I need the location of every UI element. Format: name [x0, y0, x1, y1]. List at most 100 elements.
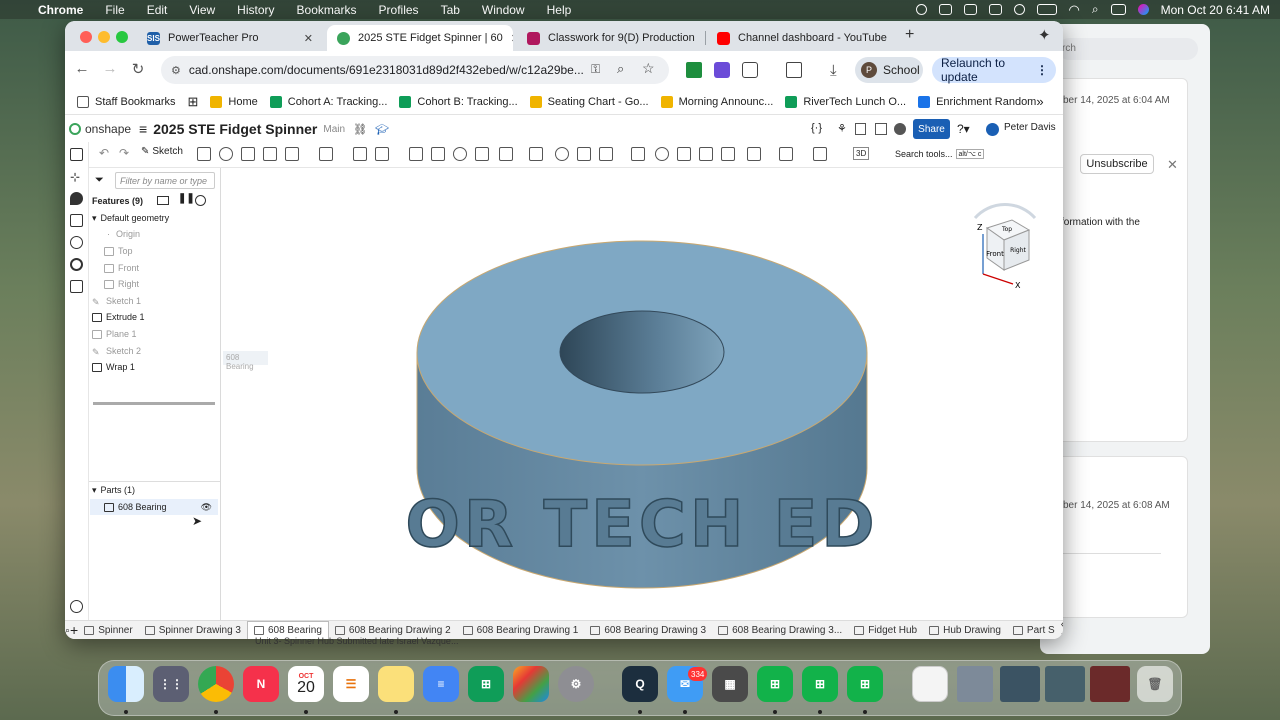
chrome-icon[interactable] — [198, 666, 234, 702]
insert-element-icon[interactable]: + — [70, 622, 78, 638]
reload-icon[interactable]: ↻ — [128, 60, 148, 78]
feature-row-extrude1[interactable]: Extrude 1 — [92, 309, 145, 325]
extensions-puzzle-icon[interactable] — [742, 62, 758, 78]
google-apps-icon[interactable] — [513, 666, 549, 702]
siri-icon[interactable] — [1137, 4, 1149, 15]
hole-tool-icon[interactable] — [453, 147, 467, 161]
rollback-bar[interactable] — [93, 402, 215, 405]
boolean-tool-icon[interactable] — [555, 147, 569, 161]
bookmark-cohort-b[interactable]: Cohort B: Tracking... — [399, 95, 518, 108]
view-mode-toggle[interactable]: 3D — [853, 147, 870, 160]
news-icon[interactable]: N — [243, 666, 279, 702]
chamfer-tool-icon[interactable] — [353, 147, 367, 161]
tab-classwork[interactable]: Classwork for 9(D) Production ✕ — [517, 25, 703, 51]
bookmark-morning[interactable]: Morning Announc... — [660, 95, 773, 108]
document-file-icon[interactable] — [912, 666, 948, 702]
forward-icon[interactable]: → — [100, 60, 120, 77]
recent-window-thumbnail-2[interactable] — [1000, 666, 1040, 702]
feature-row-plane1[interactable]: Plane 1 — [92, 326, 137, 342]
back-icon[interactable]: ← — [72, 60, 92, 77]
user-name[interactable]: Peter Davis — [1004, 122, 1056, 133]
revolve-tool-icon[interactable] — [219, 147, 233, 161]
extrude-tool-icon[interactable] — [197, 147, 211, 161]
loft-tool-icon[interactable] — [263, 147, 277, 161]
spotlight-search-icon[interactable]: ⌕ — [1092, 2, 1099, 17]
document-title[interactable]: 2025 STE Fidget Spinner — [153, 121, 317, 137]
default-geometry-group[interactable]: ▾ Default geometry — [92, 210, 169, 226]
download-icon[interactable]: ⤓ — [830, 62, 846, 79]
tab-spinner-drawing-3[interactable]: Spinner Drawing 3 — [139, 621, 247, 640]
menu-bookmarks[interactable]: Bookmarks — [286, 3, 368, 17]
bookmark-seating[interactable]: Seating Chart - Go... — [529, 95, 649, 108]
feature-list-options-icon[interactable] — [157, 196, 169, 205]
sheets-app-icon-2[interactable]: ⊞ — [802, 666, 838, 702]
sheets-extension-icon[interactable] — [686, 62, 702, 78]
cloud-icon[interactable] — [963, 4, 977, 15]
history-icon[interactable] — [70, 236, 83, 249]
profile-button[interactable]: P School — [855, 57, 923, 83]
recent-window-thumbnail-1[interactable] — [957, 666, 993, 702]
tab-powerteacher[interactable]: SIS PowerTeacher Pro ✕ — [137, 25, 323, 51]
password-key-icon[interactable]: ⚿ — [591, 62, 600, 77]
replace-face-tool-icon[interactable] — [677, 147, 691, 161]
onshape-logo-icon[interactable] — [69, 123, 81, 135]
pattern-tool-icon[interactable] — [499, 147, 513, 161]
control-center-icon[interactable] — [1110, 4, 1126, 15]
bookmark-home[interactable]: Home — [210, 95, 258, 108]
menu-help[interactable]: Help — [536, 3, 583, 17]
notes-icon[interactable] — [378, 666, 414, 702]
tab-608-bearing-drawing-3b[interactable]: 608 Bearing Drawing 3... — [712, 621, 848, 640]
background-search-field[interactable]: rch — [1058, 38, 1198, 60]
display-icon[interactable] — [988, 4, 1002, 15]
user-avatar-icon[interactable] — [986, 123, 999, 136]
inspect-icon[interactable] — [70, 258, 83, 271]
offset-surface-tool-icon[interactable] — [699, 147, 713, 161]
tab-close-icon[interactable]: ✕ — [296, 32, 313, 45]
sheets-app-icon-1[interactable]: ⊞ — [757, 666, 793, 702]
bookmark-folder-staff[interactable]: Staff Bookmarks — [77, 95, 176, 108]
shell-tool-icon[interactable] — [431, 147, 445, 161]
view-cube[interactable]: Top Front Right Z X — [957, 198, 1047, 298]
mirror-tool-icon[interactable] — [529, 147, 543, 161]
graphics-viewport[interactable]: 608 Bearing OR TECH ED Top Front Right Z… — [222, 168, 1063, 620]
feature-row-wrap1[interactable]: Wrap 1 — [92, 359, 135, 375]
tab-youtube[interactable]: Channel dashboard - YouTube ✕ — [707, 25, 893, 51]
window-zoom-button[interactable] — [116, 31, 128, 43]
sweep-tool-icon[interactable] — [241, 147, 255, 161]
launchpad-icon[interactable]: ⋮⋮ — [153, 666, 189, 702]
feature-row-origin[interactable]: · Origin — [107, 226, 140, 242]
custom-features-icon[interactable]: {·} — [811, 122, 822, 134]
screenshot-icon[interactable] — [938, 4, 952, 15]
google-sheets-icon[interactable]: ⊞ — [468, 666, 504, 702]
mate-connector-tool-icon[interactable] — [747, 147, 761, 161]
appearance-icon[interactable] — [70, 214, 83, 227]
variables-icon[interactable]: ⊹ — [70, 170, 83, 184]
record-icon[interactable] — [915, 4, 927, 15]
unsubscribe-button[interactable]: Unsubscribe — [1080, 154, 1154, 174]
address-bar[interactable]: ⚙ cad.onshape.com/documents/691e2318031d… — [161, 56, 669, 84]
notifications-icon[interactable]: ⚘ — [837, 122, 847, 135]
fillet-tool-icon[interactable] — [319, 147, 333, 161]
gemini-icon[interactable]: ✦ — [1038, 26, 1051, 44]
sketch-button[interactable]: ✎ Sketch — [141, 146, 183, 157]
bookmark-rivertech[interactable]: RiverTech Lunch O... — [785, 95, 906, 108]
feature-filter-input[interactable]: Filter by name or type — [115, 172, 215, 189]
quicktime-icon[interactable]: Q — [622, 666, 658, 702]
thicken-tool-icon[interactable] — [285, 147, 299, 161]
hamburger-menu-icon[interactable]: ≡ — [139, 121, 147, 137]
zoom-icon[interactable]: ⌕ — [617, 61, 624, 77]
screen-capture-icon[interactable] — [786, 62, 802, 78]
tab-close-icon[interactable]: ✕ — [887, 32, 893, 45]
trash-icon[interactable]: 🗑︎ — [1137, 666, 1173, 702]
rib-tool-icon[interactable] — [409, 147, 423, 161]
menubar-clock[interactable]: Mon Oct 20 6:41 AM — [1161, 3, 1270, 17]
delete-part-tool-icon[interactable] — [631, 147, 645, 161]
pause-icon[interactable]: ❚❚ — [178, 193, 195, 204]
calculator-icon[interactable]: ▦ — [712, 666, 748, 702]
play-icon[interactable] — [1013, 4, 1025, 15]
kebab-menu-icon[interactable]: ⋮ — [1036, 63, 1048, 77]
bookmark-star-icon[interactable]: ☆ — [642, 60, 655, 77]
tab-hub-drawing[interactable]: Hub Drawing — [923, 621, 1007, 640]
menu-window[interactable]: Window — [471, 3, 536, 17]
onshape-brand[interactable]: onshape — [85, 122, 131, 136]
